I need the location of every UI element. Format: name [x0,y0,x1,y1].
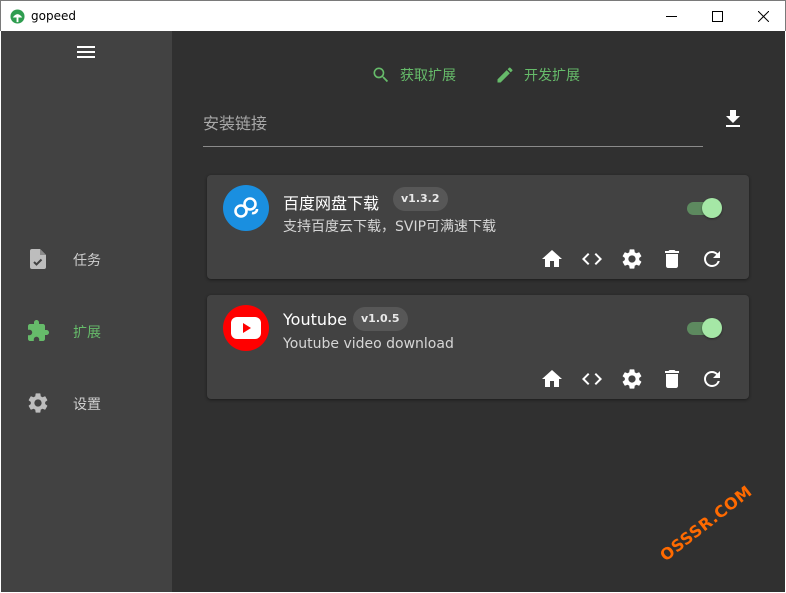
refresh-icon [704,251,720,267]
sidebar-item-tasks[interactable]: 任务 [1,239,172,279]
menu-icon[interactable] [75,43,97,61]
extension-name: Youtube [283,310,347,329]
extension-name: 百度网盘下载 [283,194,380,213]
extension-description: Youtube video download [283,336,454,352]
get-extensions-button[interactable]: 获取扩展 [371,65,456,85]
trash-icon [665,370,679,388]
install-url-input[interactable]: 安装链接 [203,105,703,147]
develop-extensions-button[interactable]: 开发扩展 [495,65,580,85]
home-icon [542,250,562,267]
search-icon [373,67,389,83]
extension-description: 支持百度云下载，SVIP可满速下载 [283,219,497,235]
main-panel: 获取扩展 开发扩展 安装链接 百度网盘下载 v1.3.2 支持百度云下载，SVI… [172,31,785,592]
task-icon [30,249,46,269]
extension-version-badge: v1.0.5 [353,307,408,331]
extension-version-badge: v1.3.2 [393,187,448,211]
minimize-icon [665,16,677,17]
delete-button[interactable] [660,367,684,391]
refresh-button[interactable] [700,367,724,391]
code-button[interactable] [580,247,604,271]
puzzle-icon [28,320,49,341]
home-button[interactable] [540,247,564,271]
youtube-logo-icon [223,305,269,351]
maximize-icon [711,11,723,22]
gear-icon [622,369,642,389]
settings-button[interactable] [620,247,644,271]
close-button[interactable] [740,1,786,32]
develop-extensions-label: 开发扩展 [524,68,580,84]
delete-button[interactable] [660,247,684,271]
extension-enable-toggle[interactable] [686,317,724,339]
get-extensions-label: 获取扩展 [400,68,456,84]
extension-card: 百度网盘下载 v1.3.2 支持百度云下载，SVIP可满速下载 [207,175,749,279]
gopeed-logo-icon [10,9,25,24]
extension-enable-toggle[interactable] [686,197,724,219]
sidebar-item-extensions[interactable]: 扩展 [1,311,172,351]
pencil-icon [497,67,513,83]
refresh-icon [704,371,720,387]
code-icon [582,253,602,265]
refresh-button[interactable] [700,247,724,271]
sidebar-item-label: 扩展 [73,325,101,341]
trash-icon [665,250,679,268]
code-button[interactable] [580,367,604,391]
window-title: gopeed [31,9,76,23]
extension-actions [540,367,740,391]
settings-button[interactable] [620,367,644,391]
code-icon [582,373,602,385]
home-icon [542,370,562,387]
minimize-button[interactable] [648,1,694,32]
baidu-netdisk-logo-icon [223,185,269,231]
gear-icon [622,249,642,269]
extension-card: Youtube v1.0.5 Youtube video download [207,295,749,399]
gear-icon [28,393,48,413]
home-button[interactable] [540,367,564,391]
sidebar-item-label: 设置 [73,397,101,413]
sidebar: 任务 扩展 设置 [1,31,172,592]
download-icon[interactable] [721,107,745,131]
maximize-button[interactable] [694,1,740,32]
sidebar-item-settings[interactable]: 设置 [1,383,172,423]
close-icon [757,11,769,22]
extension-actions [540,247,740,271]
title-bar: gopeed [0,0,786,31]
install-url-placeholder: 安装链接 [203,114,268,133]
sidebar-item-label: 任务 [73,253,101,269]
